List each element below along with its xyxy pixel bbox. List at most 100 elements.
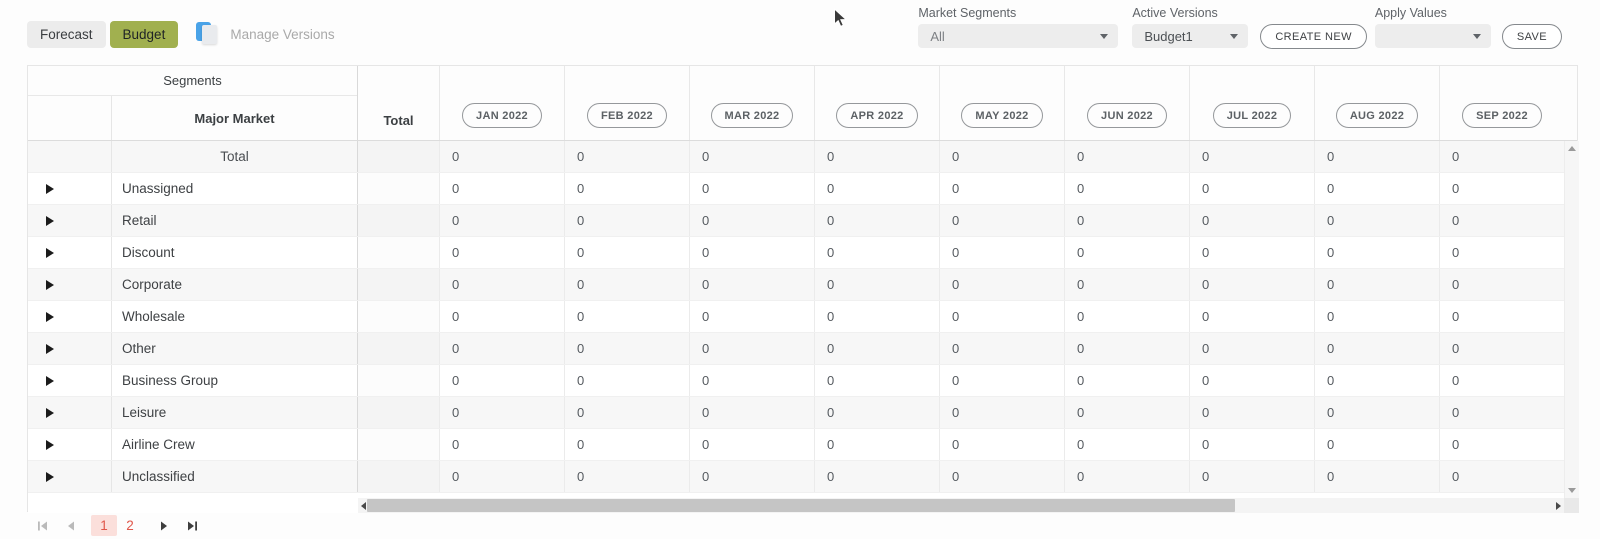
month-value-cell[interactable]: 0 (1189, 397, 1314, 428)
first-page-button[interactable] (35, 519, 49, 533)
month-value-cell[interactable]: 0 (939, 333, 1064, 364)
market-segments-select[interactable]: All (918, 24, 1119, 48)
month-value-cell[interactable]: 0 (1189, 269, 1314, 300)
month-value-cell[interactable]: 0 (564, 365, 689, 396)
month-value-cell[interactable]: 0 (814, 173, 939, 204)
month-value-cell[interactable]: 0 (1189, 333, 1314, 364)
month-pill[interactable]: JUL 2022 (1212, 103, 1292, 128)
month-value-cell[interactable]: 0 (1439, 237, 1564, 268)
scroll-right-icon[interactable] (1556, 501, 1561, 510)
horizontal-scrollbar[interactable] (358, 498, 1564, 513)
active-versions-select[interactable]: Budget1 (1132, 24, 1249, 48)
row-total-cell[interactable] (358, 365, 439, 396)
apply-values-select[interactable] (1374, 24, 1491, 48)
month-value-cell[interactable]: 0 (1439, 301, 1564, 332)
row-total-cell[interactable] (358, 429, 439, 460)
month-value-cell[interactable]: 0 (1064, 365, 1189, 396)
month-value-cell[interactable]: 0 (814, 269, 939, 300)
row-total-cell[interactable] (358, 333, 439, 364)
month-value-cell[interactable]: 0 (564, 173, 689, 204)
month-value-cell[interactable]: 0 (689, 237, 814, 268)
month-value-cell[interactable]: 0 (1189, 205, 1314, 236)
manage-versions[interactable]: Manage Versions (196, 22, 335, 47)
month-value-cell[interactable]: 0 (939, 205, 1064, 236)
forecast-button[interactable]: Forecast (27, 21, 106, 48)
month-value-cell[interactable]: 0 (439, 205, 564, 236)
month-value-cell[interactable]: 0 (689, 269, 814, 300)
month-value-cell[interactable]: 0 (1439, 429, 1564, 460)
row-total-cell[interactable] (358, 301, 439, 332)
month-value-cell[interactable]: 0 (939, 365, 1064, 396)
row-total-cell[interactable] (358, 461, 439, 492)
month-value-cell[interactable]: 0 (1189, 301, 1314, 332)
month-value-cell[interactable]: 0 (814, 429, 939, 460)
month-value-cell[interactable]: 0 (939, 269, 1064, 300)
month-value-cell[interactable]: 0 (564, 461, 689, 492)
month-value-cell[interactable]: 0 (1314, 333, 1439, 364)
month-value-cell[interactable]: 0 (439, 237, 564, 268)
month-value-cell[interactable]: 0 (1064, 429, 1189, 460)
month-value-cell[interactable]: 0 (689, 205, 814, 236)
month-value-cell[interactable]: 0 (564, 141, 689, 172)
create-new-button[interactable]: CREATE NEW (1260, 24, 1367, 49)
month-value-cell[interactable]: 0 (939, 141, 1064, 172)
month-value-cell[interactable]: 0 (689, 365, 814, 396)
month-value-cell[interactable]: 0 (1439, 365, 1564, 396)
month-value-cell[interactable]: 0 (1189, 461, 1314, 492)
month-value-cell[interactable]: 0 (439, 365, 564, 396)
expand-button[interactable] (28, 365, 112, 396)
month-value-cell[interactable]: 0 (1439, 141, 1564, 172)
page-1-button[interactable]: 1 (91, 515, 117, 536)
month-value-cell[interactable]: 0 (564, 397, 689, 428)
month-value-cell[interactable]: 0 (689, 333, 814, 364)
month-value-cell[interactable]: 0 (1189, 365, 1314, 396)
month-value-cell[interactable]: 0 (689, 141, 814, 172)
month-value-cell[interactable]: 0 (689, 397, 814, 428)
month-value-cell[interactable]: 0 (1189, 173, 1314, 204)
month-value-cell[interactable]: 0 (439, 429, 564, 460)
month-value-cell[interactable]: 0 (1439, 205, 1564, 236)
month-value-cell[interactable]: 0 (564, 237, 689, 268)
month-value-cell[interactable]: 0 (564, 333, 689, 364)
month-pill[interactable]: APR 2022 (836, 103, 918, 128)
expand-button[interactable] (28, 237, 112, 268)
previous-page-button[interactable] (63, 519, 77, 533)
month-value-cell[interactable]: 0 (1314, 173, 1439, 204)
month-value-cell[interactable]: 0 (1314, 397, 1439, 428)
month-value-cell[interactable]: 0 (1064, 237, 1189, 268)
month-value-cell[interactable]: 0 (1439, 269, 1564, 300)
month-pill[interactable]: SEP 2022 (1462, 103, 1542, 128)
month-pill[interactable]: JAN 2022 (462, 103, 542, 128)
month-value-cell[interactable]: 0 (814, 237, 939, 268)
month-value-cell[interactable]: 0 (439, 397, 564, 428)
month-value-cell[interactable]: 0 (564, 269, 689, 300)
month-value-cell[interactable]: 0 (1064, 397, 1189, 428)
expand-button[interactable] (28, 429, 112, 460)
month-value-cell[interactable]: 0 (439, 141, 564, 172)
month-value-cell[interactable]: 0 (1314, 141, 1439, 172)
month-value-cell[interactable]: 0 (689, 173, 814, 204)
expand-button[interactable] (28, 397, 112, 428)
month-value-cell[interactable]: 0 (439, 333, 564, 364)
month-value-cell[interactable]: 0 (1064, 269, 1189, 300)
month-pill[interactable]: JUN 2022 (1087, 103, 1167, 128)
month-value-cell[interactable]: 0 (1314, 269, 1439, 300)
month-value-cell[interactable]: 0 (814, 333, 939, 364)
month-value-cell[interactable]: 0 (439, 301, 564, 332)
month-pill[interactable]: FEB 2022 (587, 103, 667, 128)
month-value-cell[interactable]: 0 (689, 301, 814, 332)
last-page-button[interactable] (185, 519, 199, 533)
row-total-cell[interactable] (358, 205, 439, 236)
month-value-cell[interactable]: 0 (564, 429, 689, 460)
month-value-cell[interactable]: 0 (1314, 205, 1439, 236)
month-value-cell[interactable]: 0 (939, 173, 1064, 204)
month-value-cell[interactable]: 0 (814, 141, 939, 172)
month-value-cell[interactable]: 0 (1189, 429, 1314, 460)
month-value-cell[interactable]: 0 (1064, 333, 1189, 364)
month-value-cell[interactable]: 0 (689, 429, 814, 460)
month-value-cell[interactable]: 0 (814, 365, 939, 396)
save-button[interactable]: SAVE (1501, 24, 1562, 49)
month-value-cell[interactable]: 0 (939, 429, 1064, 460)
row-total-cell[interactable] (358, 269, 439, 300)
month-value-cell[interactable]: 0 (939, 461, 1064, 492)
